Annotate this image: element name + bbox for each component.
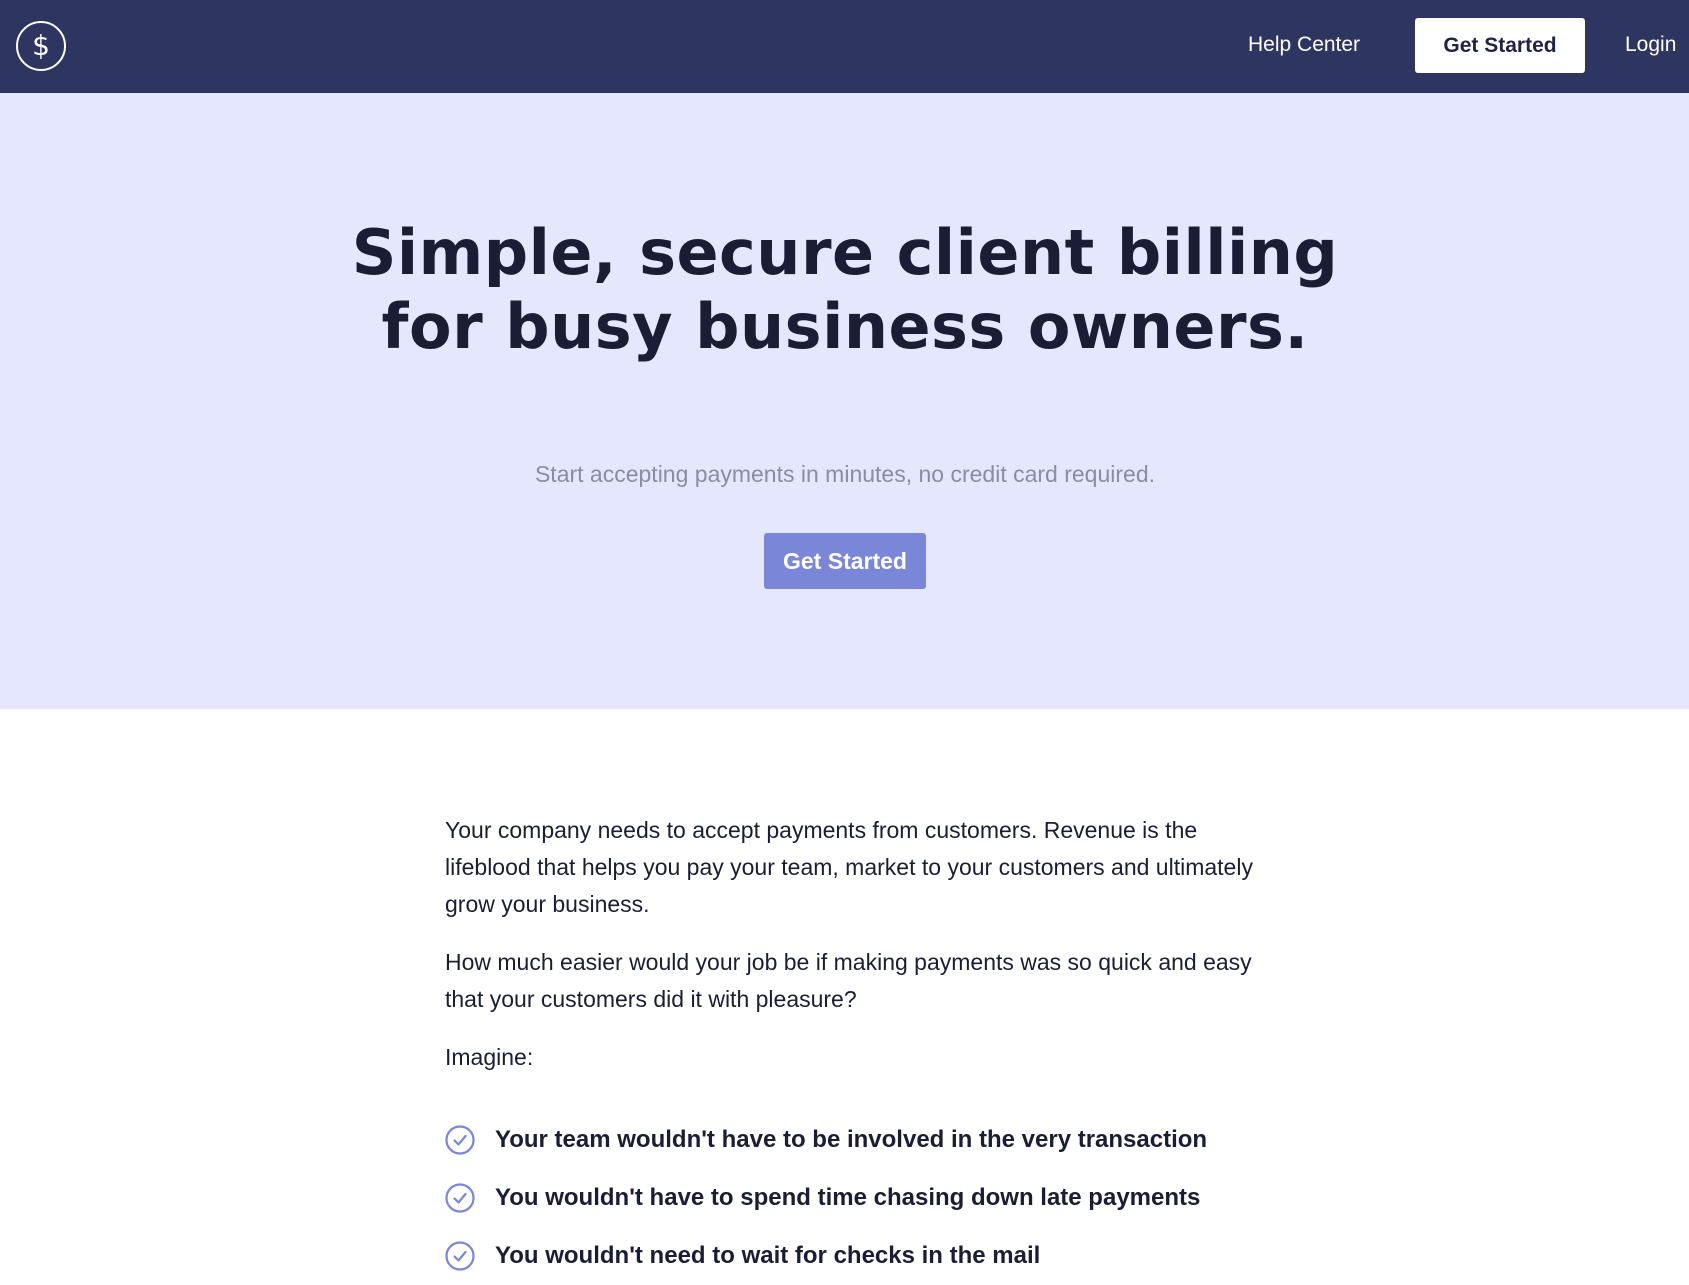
benefits-list: Your team wouldn't have to be involved i…: [445, 1111, 1265, 1285]
hero-title: Simple, secure client billing for busy b…: [351, 216, 1339, 363]
check-circle-icon: [445, 1183, 475, 1213]
dollar-circle-icon[interactable]: $: [15, 20, 67, 72]
hero-get-started-button[interactable]: Get Started: [764, 533, 926, 589]
benefit-item: You wouldn't need to wait for checks in …: [445, 1227, 1265, 1285]
nav-get-started-button[interactable]: Get Started: [1415, 18, 1585, 73]
login-link[interactable]: Login: [1625, 32, 1676, 58]
intro-content: Your company needs to accept payments fr…: [445, 812, 1265, 1285]
hero-subtitle: Start accepting payments in minutes, no …: [534, 461, 1156, 487]
benefit-text: Your team wouldn't have to be involved i…: [495, 1126, 1208, 1153]
check-circle-icon: [445, 1241, 475, 1271]
help-center-link[interactable]: Help Center: [1248, 32, 1360, 58]
hero-section: Simple, secure client billing for busy b…: [0, 93, 1689, 709]
benefit-item: Your team wouldn't have to be involved i…: [445, 1111, 1265, 1169]
benefit-text: You wouldn't have to spend time chasing …: [495, 1184, 1201, 1211]
benefit-text: You wouldn't need to wait for checks in …: [495, 1242, 1041, 1269]
question-paragraph: How much easier would your job be if mak…: [445, 949, 1252, 1012]
check-circle-icon: [445, 1125, 475, 1155]
top-navbar: $ Help Center Get Started Login: [0, 0, 1689, 93]
svg-text:$: $: [32, 29, 50, 62]
imagine-label: Imagine:: [445, 1044, 534, 1070]
benefit-item: You wouldn't have to spend time chasing …: [445, 1169, 1265, 1227]
intro-paragraph: Your company needs to accept payments fr…: [445, 817, 1253, 917]
